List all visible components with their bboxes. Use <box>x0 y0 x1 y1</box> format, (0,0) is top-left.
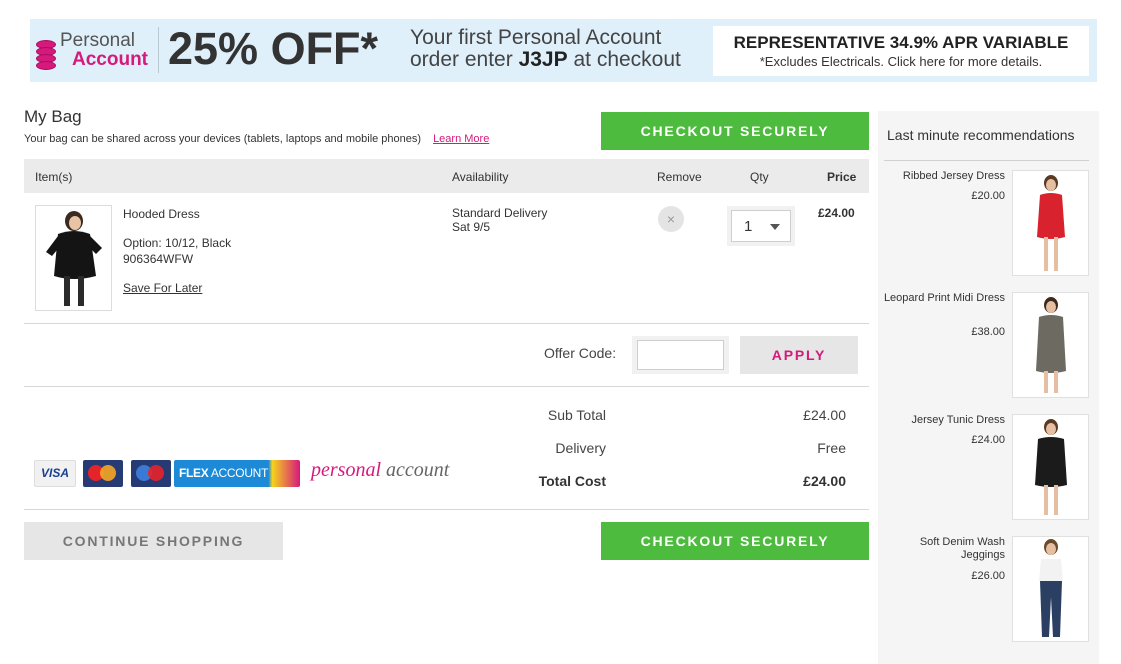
offer-headline: 25% OFF* <box>168 23 379 74</box>
recommendation-item[interactable]: Jersey Tunic Dress £24.00 <box>878 414 1099 524</box>
table-row: Hooded Dress Option: 10/12, Black 906364… <box>24 194 869 324</box>
rec-dress-shape <box>1036 315 1066 373</box>
header-availability: Availability <box>452 170 509 184</box>
rec-name[interactable]: Jersey Tunic Dress <box>880 414 1005 427</box>
dress-model-icon <box>1037 175 1065 271</box>
maestro-logo-icon <box>131 460 171 487</box>
product-name[interactable]: Hooded Dress <box>123 207 200 221</box>
jeans-model-icon <box>1039 539 1063 637</box>
offer-code-wrapper <box>632 336 729 374</box>
item-price: £24.00 <box>818 206 855 220</box>
recommendations-title: Last minute recommendations <box>887 127 1075 143</box>
promo-banner[interactable]: Personal Account 25% OFF* Your first Per… <box>30 19 1097 82</box>
divider <box>24 509 869 510</box>
promo-code: J3JP <box>518 48 568 71</box>
flex-rest: ACCOUNT <box>210 466 269 480</box>
offer-code-input[interactable] <box>637 340 724 370</box>
rec-price: £20.00 <box>971 190 1005 202</box>
rec-name[interactable]: Ribbed Jersey Dress <box>880 170 1005 183</box>
offer-desc-line2: order enter J3JP at checkout <box>410 49 710 71</box>
remove-item-icon[interactable]: × <box>658 206 684 232</box>
rec-dress-shape <box>1037 193 1065 239</box>
header-remove: Remove <box>657 170 702 184</box>
flex-bold: FLEX <box>179 466 209 480</box>
apr-box[interactable]: REPRESENTATIVE 34.9% APR VARIABLE *Exclu… <box>713 26 1089 76</box>
rec-image[interactable] <box>1012 414 1089 520</box>
rec-jeans-shape <box>1040 581 1062 637</box>
coins-icon <box>36 40 58 72</box>
offer-desc-pre: order enter <box>410 48 513 71</box>
subtotal-label: Sub Total <box>547 407 606 423</box>
apr-text: REPRESENTATIVE 34.9% APR VARIABLE <box>733 33 1069 52</box>
product-option: Option: 10/12, Black <box>123 236 232 250</box>
recommendation-item[interactable]: Soft Denim Wash Jeggings £26.00 <box>878 536 1099 646</box>
rec-image[interactable] <box>1012 170 1089 276</box>
delivery-date: Sat 9/5 <box>452 220 491 234</box>
recommendation-item[interactable]: Leopard Print Midi Dress £38.00 <box>878 292 1099 402</box>
personal-account-wordmark: personal account <box>311 459 449 482</box>
header-items: Item(s) <box>35 170 73 184</box>
header-qty: Qty <box>750 170 769 184</box>
visa-logo-icon: VISA <box>34 460 76 487</box>
rec-name[interactable]: Soft Denim Wash Jeggings <box>880 536 1005 562</box>
logo-line2: Account <box>72 49 148 70</box>
offer-description: Your first Personal Account order enter … <box>410 27 710 71</box>
dress-model-icon <box>1035 419 1067 515</box>
rec-image[interactable] <box>1012 292 1089 398</box>
dress-model-icon <box>1036 297 1066 393</box>
subtotal-value: £24.00 <box>803 407 846 423</box>
delivery-value: Free <box>817 440 846 456</box>
header-price: Price <box>827 170 857 184</box>
flex-account-logo-icon: FLEX ACCOUNT <box>174 460 300 487</box>
checkout-securely-button-top[interactable]: CHECKOUT SECURELY <box>601 112 869 150</box>
rec-price: £26.00 <box>971 570 1005 582</box>
checkout-securely-button-bottom[interactable]: CHECKOUT SECURELY <box>601 522 869 560</box>
qty-select-wrapper: 1 <box>727 206 795 246</box>
product-code: 906364WFW <box>123 252 194 266</box>
personal-account-logo: Personal Account <box>36 28 156 74</box>
offer-desc-post: at checkout <box>573 48 681 71</box>
qty-select[interactable]: 1 <box>731 210 791 242</box>
bag-subtitle: Your bag can be shared across your devic… <box>24 133 489 145</box>
recommendations-panel: Last minute recommendations Ribbed Jerse… <box>878 111 1099 664</box>
apply-button[interactable]: APPLY <box>740 336 858 374</box>
total-cost-value: £24.00 <box>803 473 846 489</box>
apr-note[interactable]: *Excludes Electricals. Click here for mo… <box>713 54 1089 69</box>
rec-price: £24.00 <box>971 434 1005 446</box>
pa-word2: account <box>386 459 450 481</box>
offer-code-label: Offer Code: <box>544 345 617 361</box>
rec-price: £38.00 <box>971 326 1005 338</box>
divider <box>884 160 1089 161</box>
divider <box>24 386 869 387</box>
chevron-down-icon <box>770 224 780 230</box>
offer-desc-line1: Your first Personal Account <box>410 26 662 49</box>
delivery-label: Delivery <box>555 440 606 456</box>
mastercard-logo-icon <box>83 460 123 487</box>
rec-dress-shape <box>1035 437 1067 487</box>
dress-model-icon <box>36 206 111 310</box>
qty-value: 1 <box>744 218 753 235</box>
continue-shopping-button[interactable]: CONTINUE SHOPPING <box>24 522 283 560</box>
recommendation-item[interactable]: Ribbed Jersey Dress £20.00 <box>878 170 1099 280</box>
page-title: My Bag <box>24 107 82 126</box>
bag-table-header: Item(s) Availability Remove Qty Price <box>24 159 869 193</box>
bag-subtitle-text: Your bag can be shared across your devic… <box>24 133 422 145</box>
save-for-later-link[interactable]: Save For Later <box>123 281 202 295</box>
pa-word1: personal <box>311 459 381 481</box>
logo-separator <box>158 27 159 73</box>
delivery-type: Standard Delivery <box>452 206 548 220</box>
product-thumbnail[interactable] <box>35 205 112 311</box>
rec-image[interactable] <box>1012 536 1089 642</box>
rec-name[interactable]: Leopard Print Midi Dress <box>880 292 1005 305</box>
learn-more-link[interactable]: Learn More <box>433 133 489 145</box>
